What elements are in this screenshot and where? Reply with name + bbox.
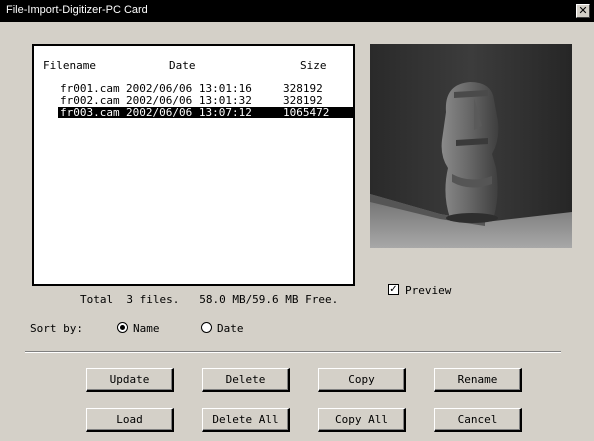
column-header-date[interactable]: Date [169, 59, 196, 72]
separator [25, 351, 561, 353]
column-header-filename[interactable]: Filename [43, 59, 96, 72]
cancel-button[interactable]: Cancel [434, 408, 522, 432]
file-size: 328192 [283, 94, 323, 107]
preview-image [370, 44, 572, 248]
radio-button[interactable] [201, 322, 212, 333]
file-date: 2002/06/06 13:01:16 [126, 82, 252, 95]
copy-all-button[interactable]: Copy All [318, 408, 406, 432]
file-size: 1065472 [283, 106, 330, 119]
file-name: fr001.cam [60, 82, 120, 95]
preview-label: Preview [405, 284, 452, 297]
title-bar: File-Import-Digitizer-PC Card ✕ [0, 0, 594, 22]
window-title: File-Import-Digitizer-PC Card [6, 4, 148, 16]
delete-button[interactable]: Delete [202, 368, 290, 392]
delete-all-button[interactable]: Delete All [202, 408, 290, 432]
sort-by-label: Sort by: [30, 322, 83, 335]
rename-button[interactable]: Rename [434, 368, 522, 392]
column-header-size[interactable]: Size [300, 59, 327, 72]
radio-label: Date [217, 322, 244, 335]
file-row[interactable]: fr002.cam 2002/06/06 13:01:32 328192 [54, 95, 344, 106]
file-date: 2002/06/06 13:07:12 [126, 106, 252, 119]
disk-status: Total 3 files. 58.0 MB/59.6 MB Free. [80, 293, 339, 306]
file-row-selected[interactable]: fr003.cam 2002/06/06 13:07:12 1065472 [58, 107, 354, 118]
radio-label: Name [133, 322, 160, 335]
file-row[interactable]: fr001.cam 2002/06/06 13:01:16 328192 [54, 83, 344, 94]
file-date: 2002/06/06 13:01:32 [126, 94, 252, 107]
file-import-dialog: File-Import-Digitizer-PC Card ✕ Filename… [0, 0, 594, 441]
close-icon[interactable]: ✕ [576, 4, 590, 18]
checkbox-box[interactable]: ✓ [388, 284, 399, 295]
copy-button[interactable]: Copy [318, 368, 406, 392]
load-button[interactable]: Load [86, 408, 174, 432]
file-list-panel: Filename Date Size fr001.cam 2002/06/06 … [32, 44, 355, 286]
radio-button[interactable] [117, 322, 128, 333]
update-button[interactable]: Update [86, 368, 174, 392]
moai-statue-photo [370, 44, 572, 248]
file-size: 328192 [283, 82, 323, 95]
file-name: fr002.cam [60, 94, 120, 107]
file-name: fr003.cam [60, 106, 120, 119]
